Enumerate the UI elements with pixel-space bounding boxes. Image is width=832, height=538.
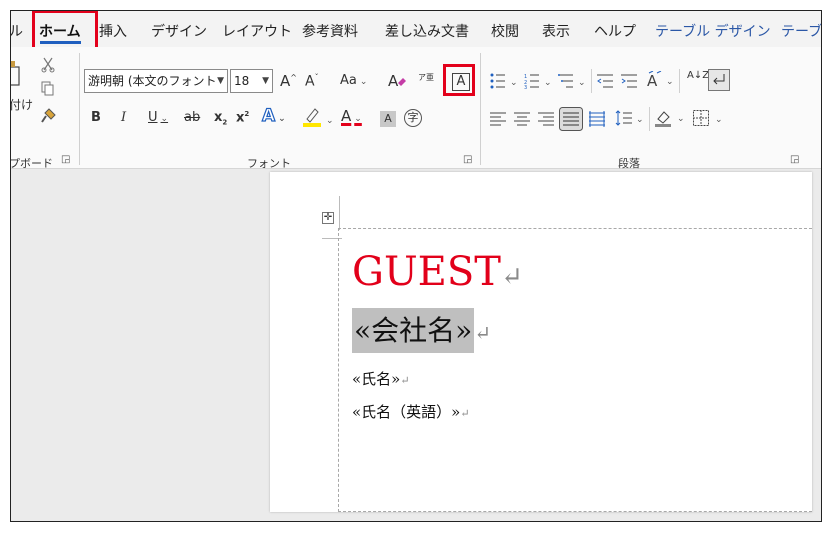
group-divider	[79, 53, 80, 165]
company-name-merge-field[interactable]: «会社名» ↵	[352, 308, 492, 353]
name-merge-field[interactable]: «氏名»↵	[352, 368, 410, 392]
tab-review[interactable]: 校閲	[491, 21, 519, 41]
tab-table-layout-cutoff[interactable]: テーブ	[781, 21, 821, 41]
tab-view[interactable]: 表示	[542, 21, 570, 41]
ribbon-tab-bar: ル ホーム 挿入 デザイン レイアウト 参考資料 差し込み文書 校閲 表示 ヘル…	[11, 11, 821, 47]
tab-table-design[interactable]: テーブル デザイン	[655, 21, 771, 41]
asian-layout-icon[interactable]: A ⌄	[647, 71, 675, 89]
svg-text:A: A	[647, 72, 658, 89]
clear-formatting-icon[interactable]: A	[387, 71, 407, 91]
cut-icon[interactable]	[41, 57, 55, 73]
home-tab-highlight	[32, 11, 98, 50]
borders-icon[interactable]: ⌄	[693, 110, 725, 126]
ribbon-home: 付け プボード ◲ 游明朝 (本文のフォント ▼ 18 ▼ A^ Aˇ Aa ⌄ …	[11, 47, 821, 170]
numbering-icon[interactable]: 1 2 3 ⌄	[524, 73, 554, 89]
tab-mailings[interactable]: 差し込み文書	[385, 21, 469, 41]
justify-icon[interactable]	[559, 107, 583, 131]
align-center-icon[interactable]	[514, 111, 530, 127]
chevron-down-icon: ▼	[217, 76, 224, 86]
tab-design[interactable]: デザイン	[151, 21, 207, 41]
enclose-characters-button[interactable]: 字	[404, 109, 422, 127]
align-right-icon[interactable]	[538, 111, 554, 127]
font-color-button[interactable]: A ⌄	[341, 109, 362, 124]
svg-text:⌄: ⌄	[715, 115, 723, 125]
increase-indent-icon[interactable]	[621, 73, 637, 89]
paragraph-mark: ↵	[500, 262, 523, 292]
crop-mark	[339, 196, 340, 230]
grow-font-button[interactable]: A^	[280, 74, 297, 89]
tab-file-cutoff[interactable]: ル	[11, 21, 23, 41]
clipboard-dialog-launcher-icon[interactable]: ◲	[61, 154, 70, 165]
tab-help[interactable]: ヘルプ	[594, 21, 636, 41]
paragraph-mark: ↵	[460, 407, 470, 420]
strikethrough-button[interactable]: ab	[184, 111, 200, 124]
tab-layout[interactable]: レイアウト	[222, 21, 292, 41]
copy-icon[interactable]	[41, 81, 55, 97]
underline-button[interactable]: U ⌄	[148, 111, 168, 124]
change-case-button[interactable]: Aa ⌄	[340, 74, 367, 87]
italic-button[interactable]: I	[121, 111, 126, 124]
table-move-handle-icon[interactable]: ✛	[322, 212, 334, 224]
svg-text:⌄: ⌄	[510, 78, 518, 88]
guest-title[interactable]: GUEST↵	[352, 248, 523, 301]
character-shading-button[interactable]: A	[380, 111, 396, 127]
bullets-icon[interactable]: ⌄	[490, 73, 520, 89]
svg-text:⌄: ⌄	[578, 78, 586, 88]
font-name-value: 游明朝 (本文のフォント	[88, 74, 217, 88]
superscript-button[interactable]: x2	[236, 111, 249, 125]
subscript-button[interactable]: x2	[214, 111, 227, 127]
paragraph-dialog-launcher-icon[interactable]: ◲	[790, 154, 799, 165]
tab-insert[interactable]: 挿入	[99, 21, 127, 41]
decrease-indent-icon[interactable]	[597, 73, 613, 89]
tab-references[interactable]: 参考資料	[302, 21, 358, 41]
show-paragraph-marks-icon[interactable]	[708, 69, 730, 91]
paste-icon[interactable]	[11, 57, 21, 87]
highlight-dropdown[interactable]: ⌄	[323, 113, 334, 126]
shrink-font-button[interactable]: Aˇ	[305, 74, 319, 89]
text-effects-button[interactable]: A ⌄	[261, 107, 285, 125]
line-spacing-icon[interactable]: ⌄	[615, 110, 645, 126]
divider	[591, 69, 592, 93]
paragraph-mark: ↵	[400, 374, 410, 387]
highlighter-icon[interactable]	[303, 107, 321, 127]
font-name-combobox[interactable]: 游明朝 (本文のフォント ▼	[84, 69, 228, 93]
character-border-highlight	[443, 64, 475, 96]
font-dialog-launcher-icon[interactable]: ◲	[463, 154, 472, 165]
phonetic-guide-button[interactable]: ア亜	[418, 73, 434, 82]
font-size-combobox[interactable]: 18 ▼	[230, 69, 273, 93]
paragraph-mark: ↵	[474, 321, 492, 345]
english-name-merge-field[interactable]: «氏名（英語）»↵	[352, 401, 470, 425]
font-size-value: 18	[234, 74, 250, 88]
svg-text:⌄: ⌄	[666, 77, 674, 87]
multilevel-list-icon[interactable]: ⌄	[558, 73, 588, 89]
bold-button[interactable]: B	[91, 111, 101, 124]
svg-text:⌄: ⌄	[636, 115, 644, 125]
group-divider	[480, 53, 481, 165]
align-left-icon[interactable]	[490, 111, 506, 127]
chevron-down-icon: ▼	[262, 76, 269, 86]
paste-label[interactable]: 付け	[11, 99, 33, 111]
svg-text:⌄: ⌄	[677, 114, 685, 124]
distributed-icon[interactable]	[589, 111, 605, 127]
format-painter-icon[interactable]	[41, 107, 57, 125]
svg-text:3: 3	[524, 85, 527, 89]
svg-text:A: A	[388, 72, 399, 90]
shading-icon[interactable]: ⌄	[655, 109, 687, 127]
divider	[679, 69, 680, 93]
svg-text:⌄: ⌄	[544, 78, 552, 88]
divider	[649, 107, 650, 131]
sort-button[interactable]: A↓Z	[687, 71, 709, 81]
